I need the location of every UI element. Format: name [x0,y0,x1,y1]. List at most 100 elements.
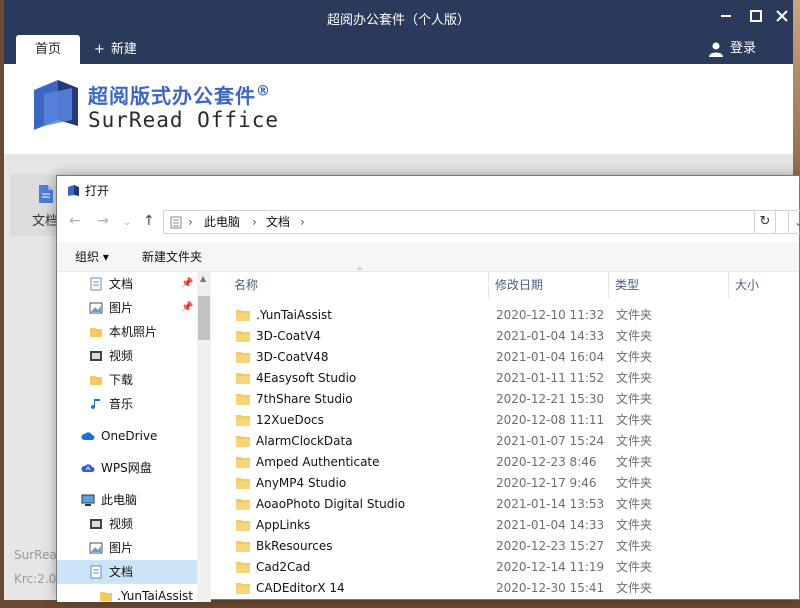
navigation-bar: ← → ⌄ ↑ › 此电脑 › 文档 › ⌄ [57,210,800,236]
file-row[interactable]: 3D-CoatV4 2021-01-04 14:33 文件夹 [222,326,800,347]
file-type: 文件夹 [616,518,653,532]
file-row[interactable]: AnyMP4 Studio 2020-12-17 9:46 文件夹 [222,473,800,494]
dialog-toolbar: 组织 ▾ 新建文件夹 [57,242,799,272]
login-button[interactable]: 登录 [708,38,756,60]
column-divider[interactable] [488,272,489,298]
file-name: AlarmClockData [256,434,353,448]
file-type: 文件夹 [616,434,653,448]
file-date: 2021-01-04 16:04 [496,350,605,364]
title-bar: 超阅办公套件（个人版） 首页 + 新建 登录 [4,0,793,64]
file-type: 文件夹 [616,413,653,427]
folder-icon [236,331,250,342]
file-row[interactable]: AppLinks 2021-01-04 14:33 文件夹 [222,515,800,536]
file-name: AoaoPhoto Digital Studio [256,497,406,511]
nav-item[interactable]: OneDrive [57,424,197,448]
file-type: 文件夹 [616,476,653,490]
column-header-date[interactable]: 修改日期 [495,272,543,298]
file-row[interactable]: 7thShare Studio 2020-12-21 15:30 文件夹 [222,389,800,410]
folder-icon [100,592,112,601]
file-row[interactable]: Amped Authenticate 2020-12-23 8:46 文件夹 [222,452,800,473]
nav-item[interactable]: .YunTaiAssist [57,584,197,608]
scroll-up-icon[interactable]: ▲ [200,274,206,283]
folder-icon [236,352,250,363]
file-type: 文件夹 [616,581,653,595]
brand-header: 超阅版式办公套件® SurRead Office [4,64,793,154]
scrollbar-thumb[interactable] [198,296,210,340]
nav-item-label: .YunTaiAssist [117,589,194,603]
folder-icon [236,310,250,321]
video-icon [90,519,102,529]
nav-item[interactable]: 本机照片 [57,320,197,344]
nav-item[interactable]: 文档 📌 [57,272,197,296]
nav-item[interactable]: 文档 [57,560,197,584]
breadcrumb-this-pc[interactable]: 此电脑 [204,211,240,233]
organize-button[interactable]: 组织 ▾ [75,242,109,272]
pin-icon[interactable]: 📌 [181,272,193,296]
up-button[interactable]: ↑ [143,213,155,229]
nav-item[interactable]: WPS网盘 [57,456,197,480]
file-row[interactable]: 12XueDocs 2020-12-08 11:11 文件夹 [222,410,800,431]
navigation-pane: 文档 📌 图片 📌 本机照片 视频 下载 音乐 OneDrive WPS网盘 此电脑 视频 图片 文档 .Y… [57,272,211,603]
file-date: 2021-01-07 15:24 [496,434,605,448]
column-header-name[interactable]: 名称 [234,272,258,298]
file-name: 4Easysoft Studio [256,371,357,385]
pin-icon[interactable]: 📌 [181,296,193,320]
file-row[interactable]: .YunTaiAssist 2020-12-10 11:32 文件夹 [222,305,800,326]
file-row[interactable]: 4Easysoft Studio 2021-01-11 11:52 文件夹 [222,368,800,389]
plus-icon: + [94,42,105,57]
file-row[interactable]: 3D-CoatV48 2021-01-04 16:04 文件夹 [222,347,800,368]
new-folder-button[interactable]: 新建文件夹 [142,242,202,272]
column-header-type[interactable]: 类型 [615,272,639,298]
file-date: 2020-12-17 9:46 [496,476,597,490]
nav-item[interactable]: 视频 [57,344,197,368]
column-divider[interactable] [608,272,609,298]
file-type: 文件夹 [616,455,653,469]
nav-item-label: 图片 [109,541,134,555]
computer-icon [81,494,95,506]
close-icon [776,10,788,22]
brand-name-cn-text: 超阅版式办公套件 [88,84,256,108]
search-input[interactable] [788,210,800,234]
file-type: 文件夹 [616,329,653,343]
file-name: AnyMP4 Studio [256,476,347,490]
minimize-button[interactable] [716,6,736,26]
dialog-title: 打开 [85,184,110,198]
breadcrumb-documents[interactable]: 文档 [266,211,290,233]
breadcrumb-separator: › [300,215,305,229]
file-type: 文件夹 [616,497,653,511]
navigation-scrollbar[interactable]: ▲ [197,272,211,602]
tab-new[interactable]: + 新建 [94,35,137,64]
folder-icon [236,457,250,468]
nav-item[interactable]: 图片 📌 [57,296,197,320]
file-row[interactable]: AlarmClockData 2021-01-07 15:24 文件夹 [222,431,800,452]
nav-item[interactable]: 音乐 [57,392,197,416]
tab-home[interactable]: 首页 [16,35,80,64]
file-name: Amped Authenticate [256,455,380,469]
cloud-icon [81,432,95,440]
sidebar-item-documents[interactable]: 文档 [10,174,62,236]
file-name: BkResources [256,539,333,553]
nav-item[interactable]: 视频 [57,512,197,536]
close-button[interactable] [772,6,792,26]
wps-cloud-icon [81,464,95,472]
nav-item-label: 本机照片 [109,325,158,339]
folder-icon [236,520,250,531]
nav-item-label: 文档 [109,565,134,579]
nav-item[interactable]: 此电脑 [57,488,197,512]
folder-icon [236,562,250,573]
breadcrumb-separator: › [188,215,193,229]
nav-item[interactable]: 图片 [57,536,197,560]
file-row[interactable]: AoaoPhoto Digital Studio 2021-01-14 13:53… [222,494,800,515]
maximize-button[interactable] [746,6,766,26]
address-bar[interactable]: › 此电脑 › 文档 › ⌄ [163,210,800,234]
folder-icon [236,415,250,426]
nav-item[interactable]: 下载 [57,368,197,392]
refresh-button[interactable]: ↻ [754,210,776,234]
forward-button[interactable]: → [97,213,109,229]
column-divider[interactable] [728,272,729,298]
file-type: 文件夹 [616,350,653,364]
column-header-size[interactable]: 大小 [735,272,759,298]
back-button[interactable]: ← [69,213,81,229]
file-date: 2020-12-10 11:32 [496,308,605,322]
recent-locations-icon[interactable]: ⌄ [123,217,131,228]
